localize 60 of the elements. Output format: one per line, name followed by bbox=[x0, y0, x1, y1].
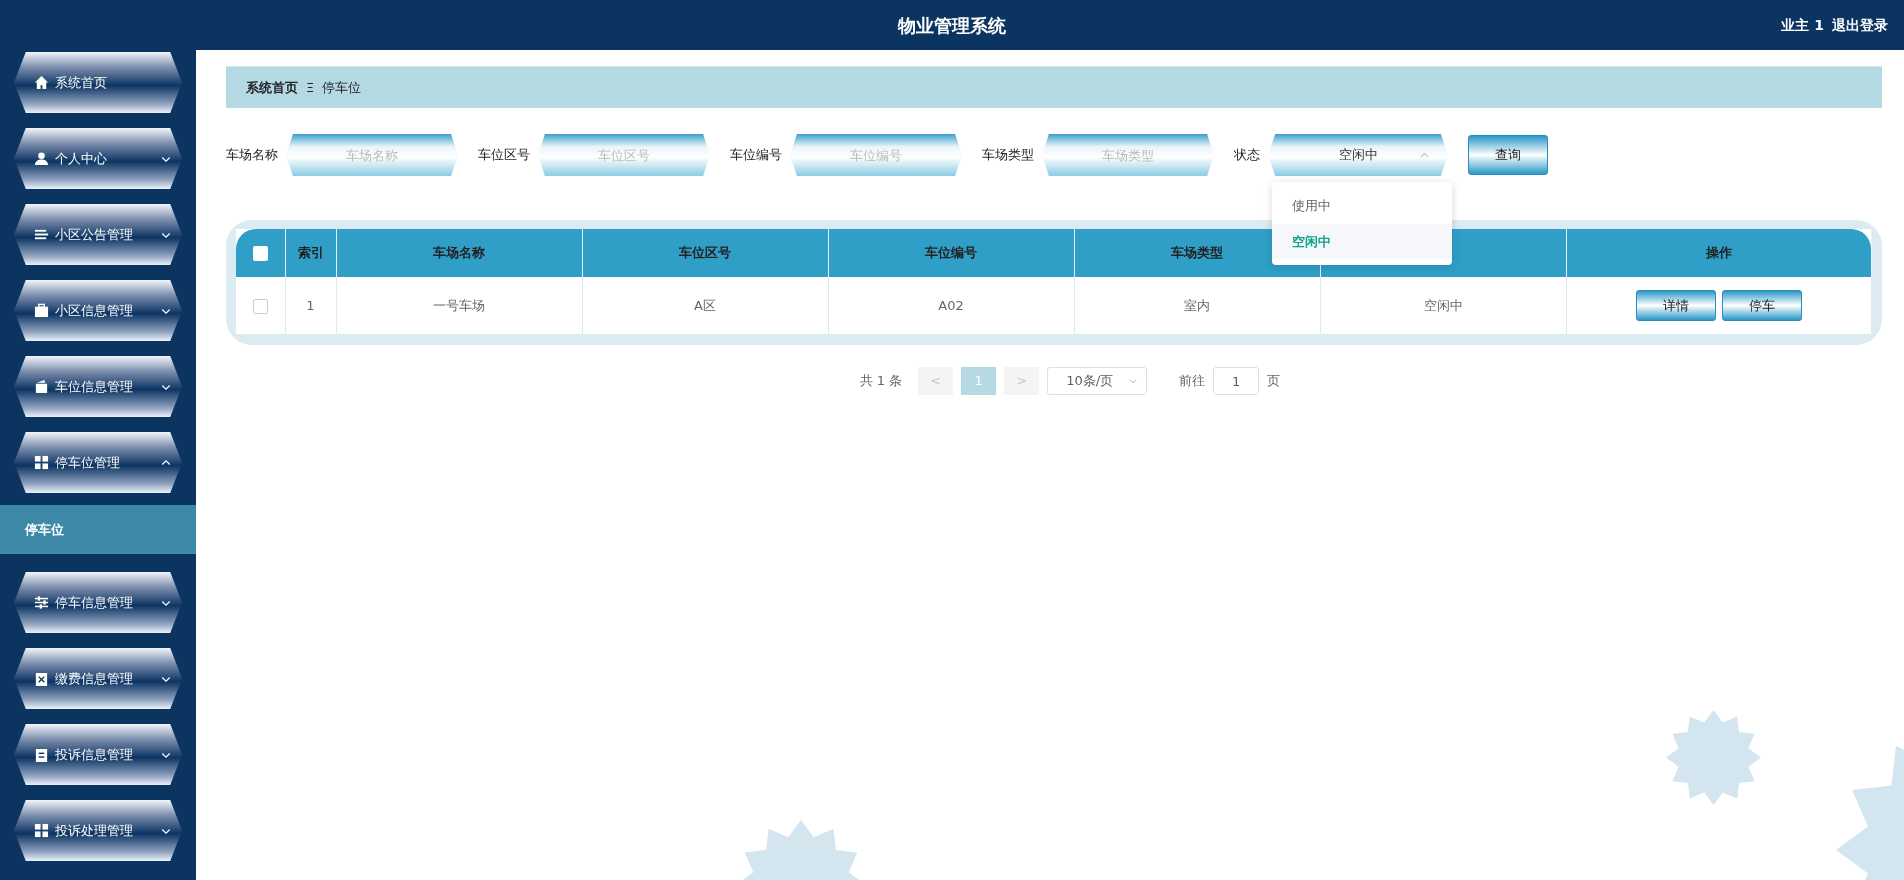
sidebar-subitem[interactable]: 停车位 bbox=[0, 505, 196, 554]
filter-label: 车场类型 bbox=[982, 146, 1034, 165]
breadcrumb-current: 停车位 bbox=[322, 78, 362, 97]
page-suffix: 页 bbox=[1267, 372, 1281, 391]
page-size-select[interactable]: 10条/页 bbox=[1047, 367, 1148, 395]
filter-label: 车位编号 bbox=[730, 146, 782, 165]
sidebar-item[interactable]: 停车位管理 bbox=[14, 432, 182, 493]
select-field[interactable]: 空闲中 bbox=[1268, 134, 1448, 176]
column-header: 车场名称 bbox=[336, 229, 582, 277]
text-field[interactable]: 车场类型 bbox=[1042, 134, 1214, 176]
sidebar-item[interactable]: 小区公告管理 bbox=[14, 204, 182, 265]
column-header: 车位区号 bbox=[582, 229, 828, 277]
grid-icon bbox=[34, 823, 49, 838]
park-button[interactable]: 停车 bbox=[1721, 290, 1802, 321]
logout-link[interactable]: 退出登录 bbox=[1832, 14, 1888, 36]
details-button[interactable]: 详情 bbox=[1635, 290, 1716, 321]
sidebar-item[interactable]: 系统首页 bbox=[14, 52, 182, 113]
goto-label: 前往 bbox=[1179, 372, 1206, 391]
column-header: 操作 bbox=[1566, 229, 1872, 277]
grid-icon bbox=[34, 455, 49, 470]
filter-label: 状态 bbox=[1234, 146, 1260, 165]
text-field[interactable]: 车位编号 bbox=[790, 134, 962, 176]
column-header: 车位编号 bbox=[828, 229, 1074, 277]
filter-label: 车场名称 bbox=[226, 146, 278, 165]
page-number-field[interactable]: 1 bbox=[1213, 367, 1260, 395]
table-cell: 空闲中 bbox=[1320, 277, 1566, 334]
table-cell: A02 bbox=[828, 277, 1074, 334]
text-field[interactable]: 车位区号 bbox=[538, 134, 710, 176]
total-count: 共 1 条 bbox=[859, 372, 903, 391]
select-all-checkbox[interactable] bbox=[252, 246, 268, 262]
sidebar-item[interactable]: 投诉信息管理 bbox=[14, 724, 182, 785]
breadcrumb-link[interactable]: 系统首页 bbox=[246, 77, 298, 98]
sidebar-item[interactable]: 缴费信息管理 bbox=[14, 648, 182, 709]
list-icon bbox=[34, 227, 49, 242]
table-cell: 室内 bbox=[1074, 277, 1320, 334]
filter-label: 车位区号 bbox=[478, 146, 530, 165]
chevron-down-icon bbox=[1128, 376, 1139, 386]
column-header: 索引 bbox=[285, 229, 336, 277]
sidebar-item[interactable]: 个人中心 bbox=[14, 128, 182, 189]
row-checkbox[interactable] bbox=[252, 298, 268, 314]
breadcrumb-separator: Ξ bbox=[306, 78, 315, 97]
table-cell: 一号车场 bbox=[336, 277, 582, 334]
search-button[interactable]: 查询 bbox=[1468, 135, 1548, 175]
app-title: 物业管理系统 bbox=[898, 13, 1006, 38]
wallet-icon bbox=[34, 379, 49, 394]
sidebar-item[interactable]: 小区信息管理 bbox=[14, 280, 182, 341]
sidebar-item[interactable]: 停车信息管理 bbox=[14, 572, 182, 633]
clipboard-icon bbox=[34, 747, 49, 762]
sidebar-item[interactable]: 投诉处理管理 bbox=[14, 800, 182, 861]
user-icon bbox=[34, 151, 49, 166]
table-cell: A区 bbox=[582, 277, 828, 334]
sidebar-item[interactable]: 车位信息管理 bbox=[14, 356, 182, 417]
user-name: 业主 1 bbox=[1781, 15, 1824, 35]
sliders-icon bbox=[34, 595, 49, 610]
home-icon bbox=[34, 75, 49, 90]
table-cell: 1 bbox=[285, 277, 336, 334]
clipboard-icon bbox=[34, 671, 49, 686]
briefcase-icon bbox=[34, 303, 49, 318]
dropdown-option[interactable]: 使用中 bbox=[1272, 188, 1452, 224]
text-field[interactable]: 车场名称 bbox=[286, 134, 458, 176]
